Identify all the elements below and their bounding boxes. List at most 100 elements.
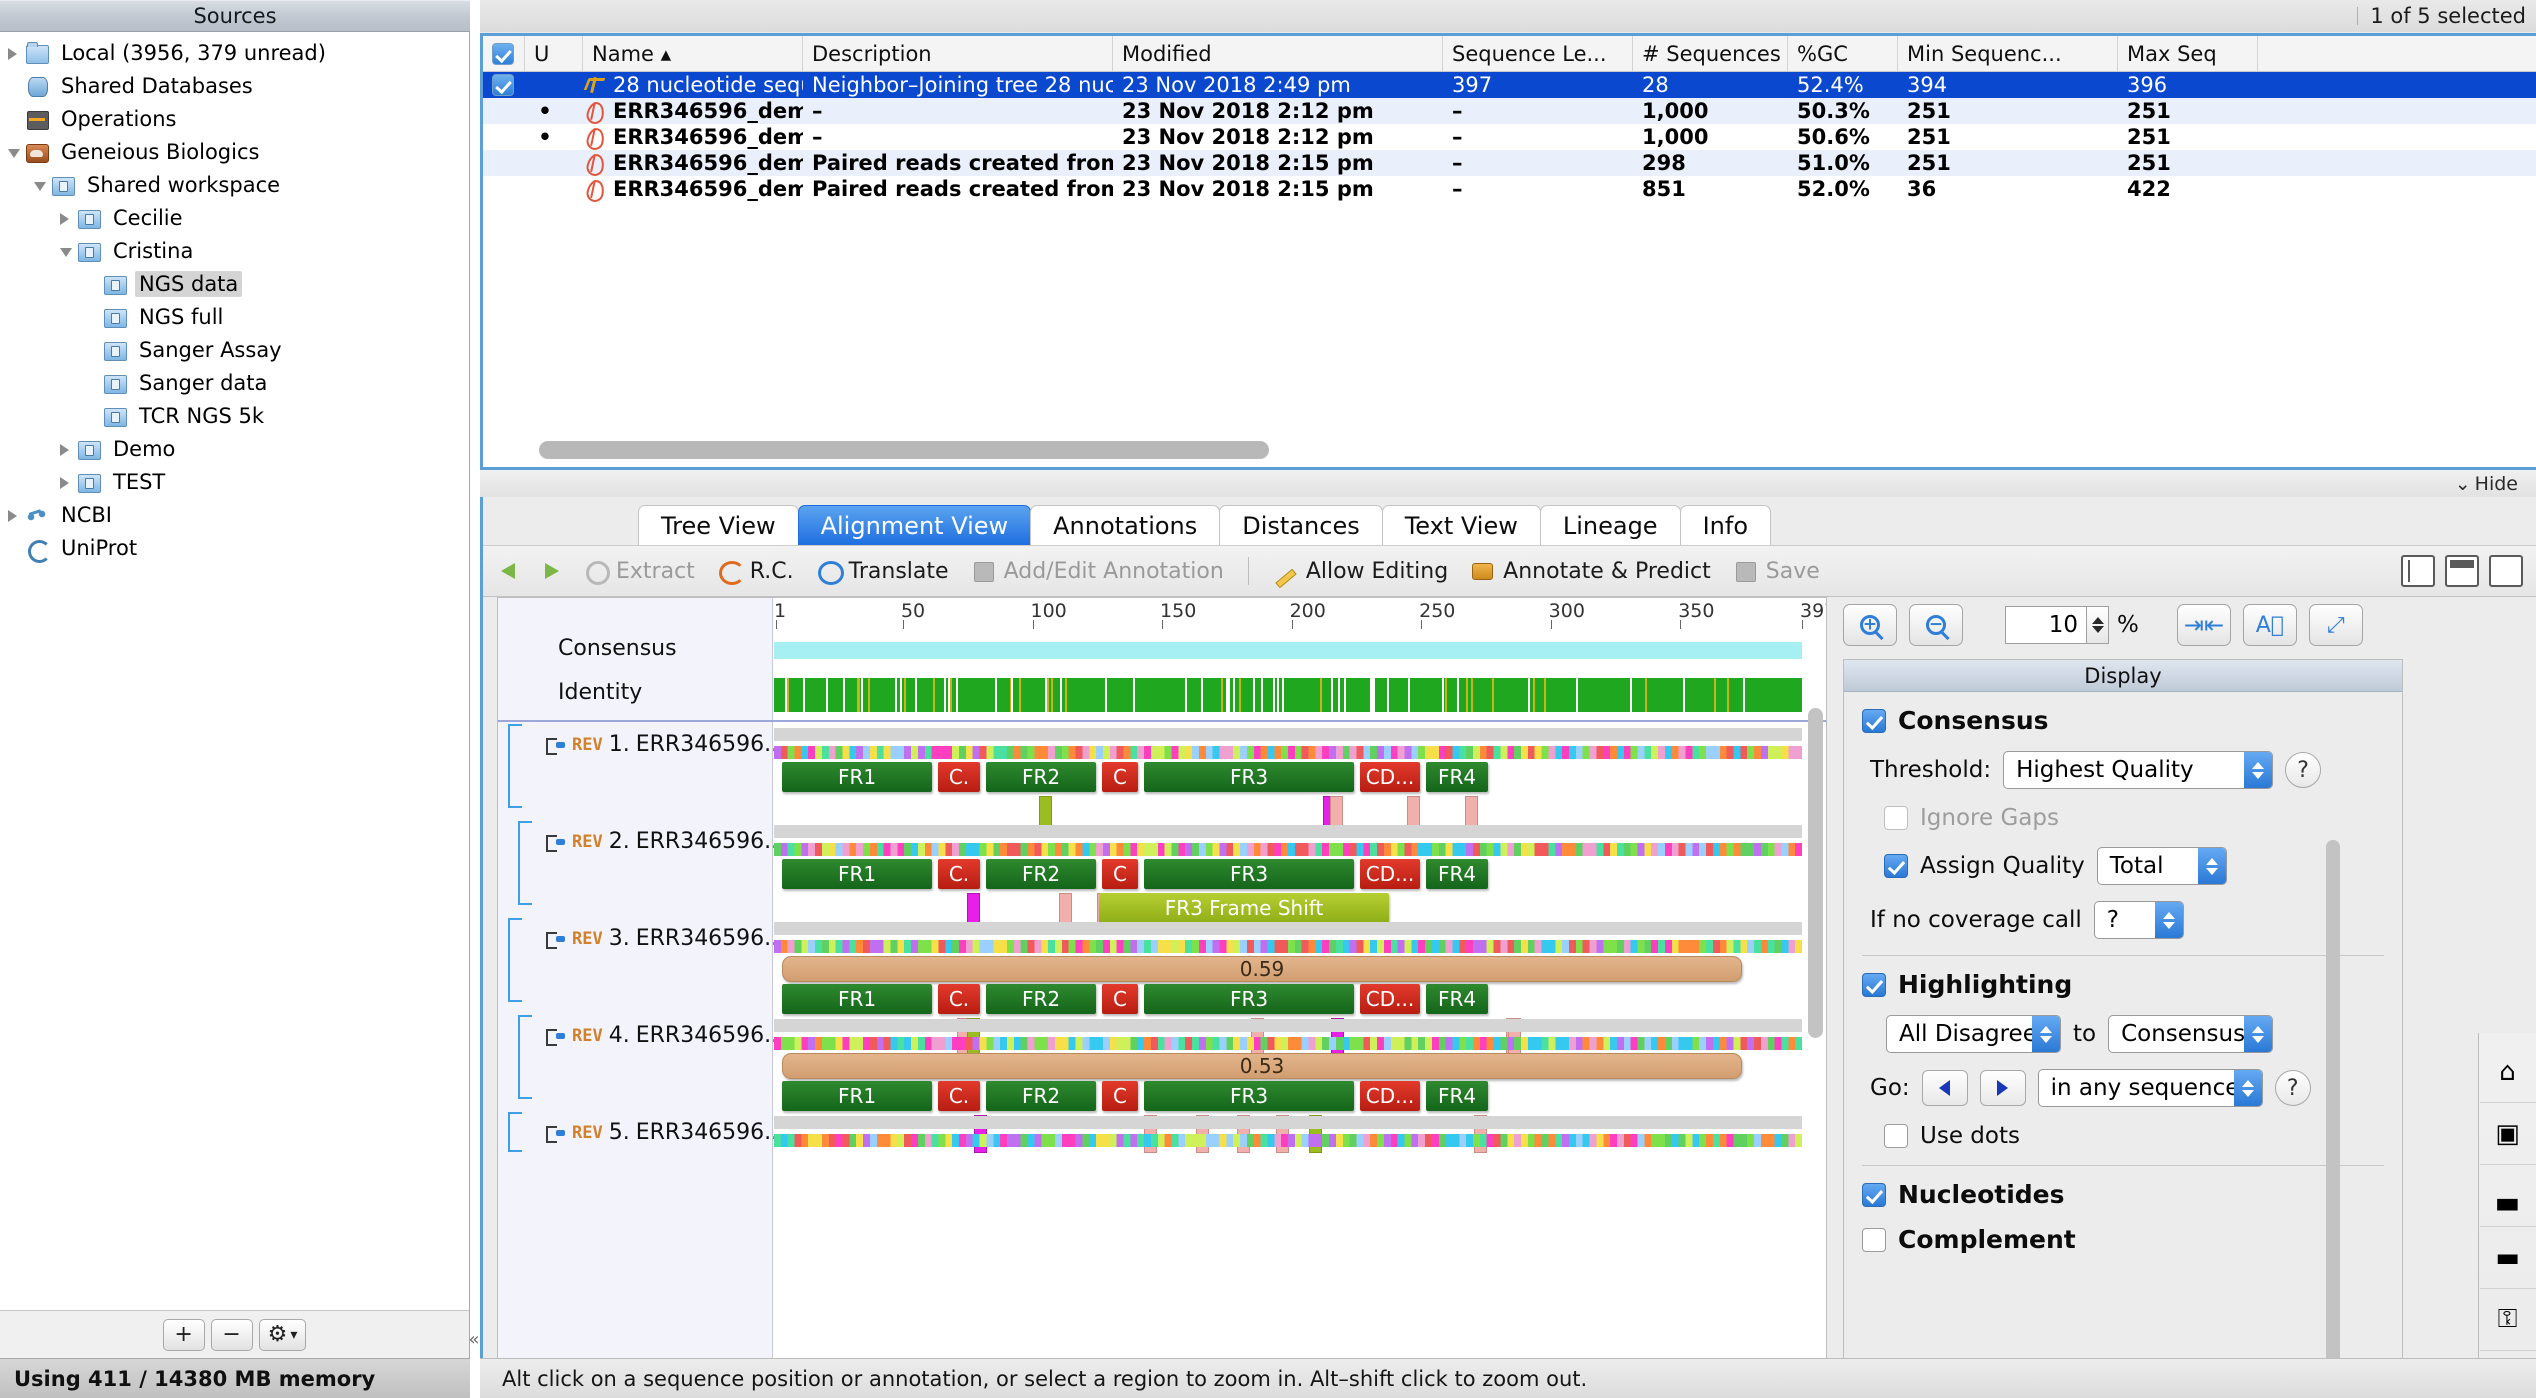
tab-lineage[interactable]: Lineage: [1539, 505, 1681, 545]
sidebar-item-geneious-biologics[interactable]: Geneious Biologics: [0, 135, 469, 168]
allow-editing-button[interactable]: Allow Editing: [1267, 559, 1454, 584]
annotation-fr1[interactable]: FR1: [782, 984, 932, 1014]
annotation-fr2[interactable]: FR2: [986, 1081, 1096, 1111]
alignment-vertical-scrollbar[interactable]: [1808, 708, 1823, 1038]
annotation-fr4[interactable]: FR4: [1426, 984, 1488, 1014]
monitor-icon[interactable]: ▣: [2479, 1103, 2536, 1165]
use-dots-checkbox[interactable]: [1884, 1124, 1908, 1148]
sidebar-item-shared-databases[interactable]: Shared Databases: [0, 69, 469, 102]
threshold-select[interactable]: Highest Quality: [2003, 751, 2274, 789]
annotation-fr2[interactable]: FR2: [986, 859, 1096, 889]
chevron-down-icon[interactable]: [58, 234, 76, 267]
assign-quality-select[interactable]: Total: [2096, 847, 2227, 885]
threshold-help-button[interactable]: ?: [2285, 752, 2322, 788]
column-header-modified[interactable]: Modified: [1113, 36, 1443, 71]
popout-view-icon[interactable]: [2489, 555, 2523, 587]
consensus-toggle-row[interactable]: Consensus: [1862, 706, 2384, 735]
similarity-bar[interactable]: 0.53: [782, 1053, 1742, 1079]
name-cell[interactable]: 28 nucleotide sequence...: [583, 72, 803, 98]
table-row[interactable]: ERR346596_demo (cou... Paired reads creat…: [483, 150, 2536, 176]
annotation-c[interactable]: C: [1102, 1081, 1138, 1111]
sidebar-item-local-3956-379-unread[interactable]: Local (3956, 379 unread): [0, 36, 469, 69]
translate-button[interactable]: Translate: [810, 559, 955, 585]
tab-text-view[interactable]: Text View: [1381, 505, 1541, 545]
ignore-gaps-checkbox[interactable]: [1884, 806, 1908, 830]
column-header-max-seq[interactable]: Max Seq: [2118, 36, 2258, 71]
sidebar-item-ngs-data[interactable]: NGS data: [0, 267, 469, 300]
row-checkbox-cell[interactable]: [483, 176, 525, 202]
sequence-row-label[interactable]: REV 3. ERR346596...: [546, 926, 785, 951]
select-all-checkbox[interactable]: [492, 42, 514, 65]
annotation-fr1[interactable]: FR1: [782, 1081, 932, 1111]
column-header-sequence-le[interactable]: Sequence Le...: [1443, 36, 1633, 71]
sequence-row-label[interactable]: REV 5. ERR346596...: [546, 1120, 785, 1145]
row-checkbox-cell[interactable]: [483, 150, 525, 176]
dock-view-icon[interactable]: [2445, 555, 2479, 587]
home-icon[interactable]: ⌂: [2479, 1041, 2536, 1103]
column-header-u[interactable]: U: [525, 36, 583, 71]
annotation-fr3[interactable]: FR3: [1144, 1081, 1354, 1111]
annotation-frame-shift[interactable]: FR3 Frame Shift: [1099, 893, 1389, 923]
scrollbar-thumb[interactable]: [539, 441, 1269, 459]
no-coverage-select[interactable]: ?: [2093, 901, 2184, 939]
annotation-cd[interactable]: CD...: [1360, 859, 1420, 889]
column-header-description[interactable]: Description: [803, 36, 1113, 71]
go-previous-button[interactable]: [1921, 1070, 1968, 1106]
use-dots-row[interactable]: Use dots: [1862, 1123, 2384, 1149]
chevron-right-icon[interactable]: [6, 36, 24, 69]
zoom-in-button[interactable]: +: [1843, 604, 1897, 646]
forward-arrow-icon[interactable]: [537, 558, 567, 584]
alignment-canvas[interactable]: 150100150200250300350397 ConsensusIdenti…: [497, 597, 1827, 1387]
sequence-row-label[interactable]: REV 1. ERR346596...: [546, 732, 785, 757]
chevron-down-icon[interactable]: [6, 135, 24, 168]
highlight-reference-select[interactable]: Consensus: [2108, 1015, 2274, 1053]
annotation-fr1[interactable]: FR1: [782, 762, 932, 792]
annotation-c[interactable]: C.: [938, 762, 980, 792]
split-view-icon[interactable]: [2401, 555, 2435, 587]
similarity-bar[interactable]: 0.59: [782, 956, 1742, 982]
ignore-gaps-row[interactable]: Ignore Gaps: [1862, 805, 2384, 831]
chevron-down-icon[interactable]: [32, 168, 50, 201]
row-checkbox[interactable]: [492, 74, 514, 96]
annotation-fr3[interactable]: FR3: [1144, 762, 1354, 792]
sidebar-item-cecilie[interactable]: Cecilie: [0, 201, 469, 234]
expand-button[interactable]: ⤢: [2308, 604, 2363, 646]
remove-source-button[interactable]: −: [210, 1318, 253, 1351]
sources-tree[interactable]: Local (3956, 379 unread) Shared Databases…: [0, 32, 470, 1310]
sidebar-item-ncbi[interactable]: NCBI: [0, 498, 469, 531]
annotation-fr3[interactable]: FR3: [1144, 984, 1354, 1014]
sidebar-item-operations[interactable]: Operations: [0, 102, 469, 135]
annotation-fr4[interactable]: FR4: [1426, 1081, 1488, 1111]
annotation-fr1[interactable]: FR1: [782, 859, 932, 889]
assign-quality-checkbox[interactable]: [1884, 854, 1908, 878]
annotation-c[interactable]: C.: [938, 859, 980, 889]
extract-button[interactable]: Extract: [577, 559, 701, 585]
tab-alignment-view[interactable]: Alignment View: [797, 505, 1032, 545]
annotation-fr2[interactable]: FR2: [986, 984, 1096, 1014]
tab-info[interactable]: Info: [1679, 505, 1771, 545]
nucleotides-row[interactable]: Nucleotides: [1862, 1180, 2384, 1209]
name-cell[interactable]: ERR346596_demo_1: [583, 98, 803, 124]
highlight-scope-select[interactable]: in any sequence: [2037, 1069, 2263, 1107]
sidebar-item-sanger-data[interactable]: Sanger data: [0, 366, 469, 399]
highlighting-help-button[interactable]: ?: [2274, 1070, 2311, 1106]
lock-icon[interactable]: ⚿: [2479, 1289, 2536, 1351]
annotation-cd[interactable]: CD...: [1360, 1081, 1420, 1111]
annotation-c[interactable]: C.: [938, 1081, 980, 1111]
zoom-out-button[interactable]: −: [1909, 604, 1963, 646]
row-checkbox-cell[interactable]: [483, 72, 525, 98]
column-header-name[interactable]: Name ▴: [583, 36, 803, 71]
hide-bar[interactable]: ⌄ Hide: [480, 470, 2536, 497]
tab-annotations[interactable]: Annotations: [1030, 505, 1221, 545]
assign-quality-row[interactable]: Assign Quality Total: [1862, 847, 2384, 885]
tab-tree-view[interactable]: Tree View: [638, 505, 799, 545]
column-header-gc[interactable]: %GC: [1788, 36, 1898, 71]
highlighting-checkbox[interactable]: [1862, 972, 1886, 997]
table-row[interactable]: 28 nucleotide sequence... Neighbor–Joinin…: [483, 72, 2536, 98]
zoom-value-input[interactable]: 10: [2005, 606, 2087, 644]
sidebar-item-shared-workspace[interactable]: Shared workspace: [0, 168, 469, 201]
annotate-predict-button[interactable]: Annotate & Predict: [1464, 559, 1717, 584]
table-body[interactable]: 28 nucleotide sequence... Neighbor–Joinin…: [483, 72, 2536, 202]
complement-checkbox[interactable]: [1862, 1227, 1886, 1252]
annotation-c[interactable]: C: [1102, 859, 1138, 889]
